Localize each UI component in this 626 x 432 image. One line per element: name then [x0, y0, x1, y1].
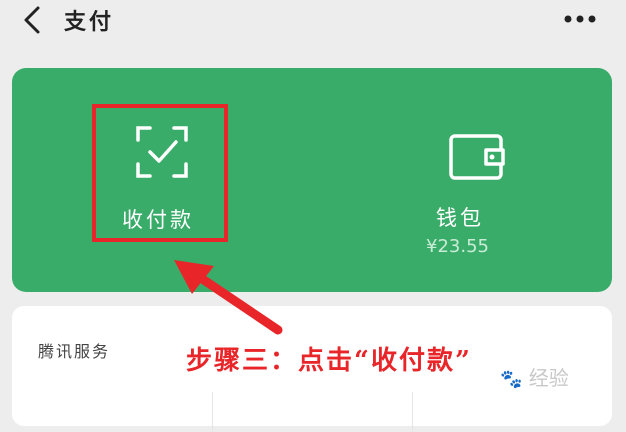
wallet-icon: [449, 134, 505, 180]
wallet-balance: ¥23.55: [426, 236, 489, 257]
top-bar: 支付: [0, 0, 626, 44]
services-title: 腾讯服务: [38, 342, 111, 361]
paw-icon: 🐾: [500, 369, 523, 390]
watermark: 🐾 经验: [500, 362, 569, 391]
page-title: 支付: [64, 10, 115, 35]
wallet-label: 钱包: [436, 206, 484, 230]
grid-divider: [212, 392, 213, 432]
back-button[interactable]: [14, 2, 50, 38]
highlight-box: [92, 104, 228, 242]
grid-divider: [412, 392, 413, 432]
more-dots-icon: [564, 15, 596, 23]
watermark-text: 经验: [528, 366, 569, 390]
wallet-button[interactable]: 钱包 ¥23.55: [412, 124, 552, 264]
annotation-arrow: [174, 260, 283, 335]
more-button[interactable]: [556, 4, 604, 34]
step-annotation: 步骤三：点击“收付款”: [186, 346, 472, 376]
chevron-left-icon: [24, 6, 40, 34]
